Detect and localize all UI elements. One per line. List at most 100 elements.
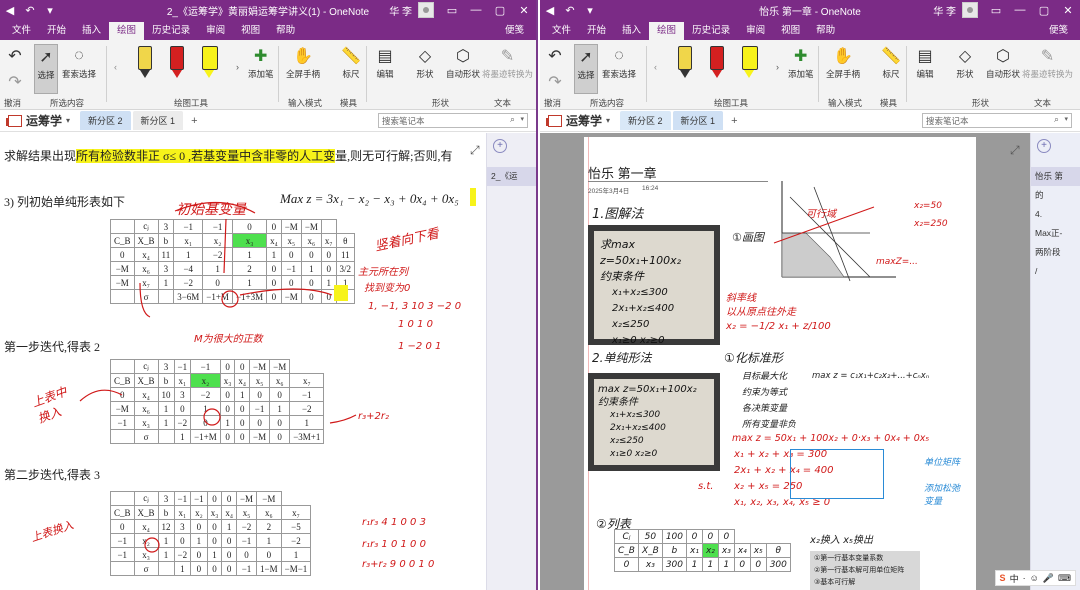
sticky-notes-button[interactable]: 便笺 bbox=[1049, 22, 1080, 40]
ink-to-text-button[interactable]: ✎ 将墨迹转换为 bbox=[1022, 44, 1073, 80]
scroll-right-icon[interactable]: › bbox=[776, 62, 779, 72]
add-pen-button[interactable]: ✚ 添加笔 bbox=[788, 44, 814, 80]
add-page-button[interactable]: + bbox=[1037, 139, 1051, 153]
tab-help[interactable]: 帮助 bbox=[808, 22, 843, 40]
ink-step-3: 各决策变量 bbox=[742, 404, 788, 414]
chevron-down-icon[interactable]: ▾ bbox=[606, 116, 610, 125]
divider bbox=[106, 46, 107, 102]
redo-button[interactable]: ↷ bbox=[4, 70, 26, 94]
auto-shapes-button[interactable]: ⬡ 自动形状 bbox=[986, 44, 1020, 80]
undo-icon[interactable]: ↶ bbox=[560, 0, 580, 20]
tab-review[interactable]: 审阅 bbox=[738, 22, 773, 40]
table-cell: 100 bbox=[661, 529, 688, 544]
page-canvas[interactable]: 求解结果出现所有检验数非正 σ≤ 0 ,若基变量中含非零的人工变量,则无可行解;… bbox=[0, 133, 488, 590]
page-list-item[interactable]: / bbox=[1031, 262, 1080, 281]
select-button[interactable]: ➚ 选择 bbox=[34, 44, 58, 94]
pen-red[interactable] bbox=[710, 46, 724, 82]
add-page-button[interactable]: + bbox=[493, 139, 507, 153]
expand-icon[interactable]: ⤢ bbox=[470, 143, 480, 158]
lasso-select-button[interactable]: ◌ 套索选择 bbox=[602, 44, 636, 80]
page-list-item[interactable]: 2_《运 bbox=[487, 167, 536, 186]
tab-home[interactable]: 开始 bbox=[579, 22, 614, 40]
pen-red[interactable] bbox=[170, 46, 184, 82]
table-cell: 0 bbox=[686, 529, 703, 544]
chevron-down-icon[interactable]: ▾ bbox=[66, 116, 70, 125]
ribbon-display-icon[interactable]: ▭ bbox=[440, 4, 464, 17]
tab-insert[interactable]: 插入 bbox=[614, 22, 649, 40]
lasso-select-button[interactable]: ◌ 套索选择 bbox=[62, 44, 96, 80]
select-button[interactable]: ➚ 选择 bbox=[574, 44, 598, 94]
ribbon-display-icon[interactable]: ▭ bbox=[984, 4, 1008, 17]
add-section-button[interactable]: + bbox=[725, 115, 743, 127]
page-list-item[interactable]: Max正- bbox=[1031, 224, 1080, 243]
tab-view[interactable]: 视图 bbox=[233, 22, 268, 40]
page-list-item[interactable]: 的 bbox=[1031, 186, 1080, 205]
edit-button[interactable]: ▤ 编辑 bbox=[374, 44, 396, 80]
fullscreen-pen-button[interactable]: ✋ 全屏手柄 bbox=[286, 44, 320, 80]
highlighter-yellow[interactable] bbox=[742, 46, 758, 82]
ruler-button[interactable]: 📏 标尺 bbox=[340, 44, 362, 80]
notebook-name[interactable]: 运筹学 bbox=[26, 112, 62, 129]
section-tab-1[interactable]: 新分区 1 bbox=[672, 111, 724, 130]
close-icon[interactable]: ✕ bbox=[1056, 4, 1080, 17]
user-name[interactable]: 华 李 bbox=[383, 3, 418, 18]
close-icon[interactable]: ✕ bbox=[512, 4, 536, 17]
avatar[interactable] bbox=[962, 2, 978, 18]
minimize-icon[interactable]: — bbox=[464, 4, 488, 16]
pen-yellow-1[interactable] bbox=[678, 46, 692, 82]
tab-help[interactable]: 帮助 bbox=[268, 22, 303, 40]
tab-draw[interactable]: 绘图 bbox=[109, 22, 145, 40]
tab-file[interactable]: 文件 bbox=[544, 22, 579, 40]
notebook-bar: 运筹学 ▾ 新分区 2 新分区 1 + 搜索笔记本 ⌕ ▾ bbox=[540, 110, 1080, 132]
section-tab-2[interactable]: 新分区 2 bbox=[620, 111, 671, 130]
highlighter-yellow[interactable] bbox=[202, 46, 218, 82]
quick-access-icon[interactable]: ▾ bbox=[580, 0, 600, 20]
undo-button[interactable]: ↶ bbox=[4, 44, 26, 68]
tab-insert[interactable]: 插入 bbox=[74, 22, 109, 40]
notebook-name[interactable]: 运筹学 bbox=[566, 112, 602, 129]
tab-file[interactable]: 文件 bbox=[4, 22, 39, 40]
page-list-item[interactable]: 4. bbox=[1031, 205, 1080, 224]
scroll-right-icon[interactable]: › bbox=[236, 62, 239, 72]
expand-icon[interactable]: ⤢ bbox=[1010, 143, 1020, 158]
scroll-left-icon[interactable]: ‹ bbox=[114, 62, 117, 72]
redo-button[interactable]: ↷ bbox=[544, 70, 566, 94]
edit-button[interactable]: ▤ 编辑 bbox=[914, 44, 936, 80]
ime-tray[interactable]: S 中 · ☺ 🎤 ⌨ bbox=[994, 570, 1076, 586]
tab-history[interactable]: 历史记录 bbox=[684, 22, 738, 40]
section-tab-1[interactable]: 新分区 1 bbox=[132, 111, 184, 130]
fullscreen-pen-button[interactable]: ✋ 全屏手柄 bbox=[826, 44, 860, 80]
maximize-icon[interactable]: ▢ bbox=[488, 4, 512, 17]
auto-shapes-button[interactable]: ⬡ 自动形状 bbox=[446, 44, 480, 80]
add-pen-button[interactable]: ✚ 添加笔 bbox=[248, 44, 274, 80]
page-list-item[interactable]: 怡乐 第 bbox=[1031, 167, 1080, 186]
pen-yellow-1[interactable] bbox=[138, 46, 152, 82]
back-icon[interactable]: ◀ bbox=[0, 0, 20, 20]
ruler-button[interactable]: 📏 标尺 bbox=[880, 44, 902, 80]
scroll-left-icon[interactable]: ‹ bbox=[654, 62, 657, 72]
add-section-button[interactable]: + bbox=[185, 115, 203, 127]
undo-icon[interactable]: ↶ bbox=[20, 0, 40, 20]
tab-history[interactable]: 历史记录 bbox=[144, 22, 198, 40]
search-input[interactable]: 搜索笔记本 ⌕ ▾ bbox=[378, 113, 528, 128]
search-input[interactable]: 搜索笔记本 ⌕ ▾ bbox=[922, 113, 1072, 128]
tab-home[interactable]: 开始 bbox=[39, 22, 74, 40]
draw-ribbon: ↶ ↷ ➚ 选择 ◌ 套索选择 ‹ › ✚ 添加笔 ✋ 全屏手柄 📏 标尺 ▤ … bbox=[540, 40, 1080, 110]
tab-view[interactable]: 视图 bbox=[773, 22, 808, 40]
page-list-item[interactable]: 两阶段 bbox=[1031, 243, 1080, 262]
user-name[interactable]: 华 李 bbox=[927, 3, 962, 18]
shapes-button[interactable]: ◇ 形状 bbox=[414, 44, 436, 80]
tab-review[interactable]: 审阅 bbox=[198, 22, 233, 40]
avatar[interactable] bbox=[418, 2, 434, 18]
ink-to-text-button[interactable]: ✎ 将墨迹转换为 bbox=[482, 44, 533, 80]
shapes-button[interactable]: ◇ 形状 bbox=[954, 44, 976, 80]
maximize-icon[interactable]: ▢ bbox=[1032, 4, 1056, 17]
sticky-notes-button[interactable]: 便笺 bbox=[505, 22, 536, 40]
minimize-icon[interactable]: — bbox=[1008, 4, 1032, 16]
tab-draw[interactable]: 绘图 bbox=[649, 22, 685, 40]
undo-button[interactable]: ↶ bbox=[544, 44, 566, 68]
quick-access-icon[interactable]: ▾ bbox=[40, 0, 60, 20]
section-tab-2[interactable]: 新分区 2 bbox=[80, 111, 131, 130]
page-canvas[interactable]: 怡乐 第一章 2025年3月4日 16:24 1.图解法 求max z=50x₁… bbox=[584, 137, 976, 590]
back-icon[interactable]: ◀ bbox=[540, 0, 560, 20]
